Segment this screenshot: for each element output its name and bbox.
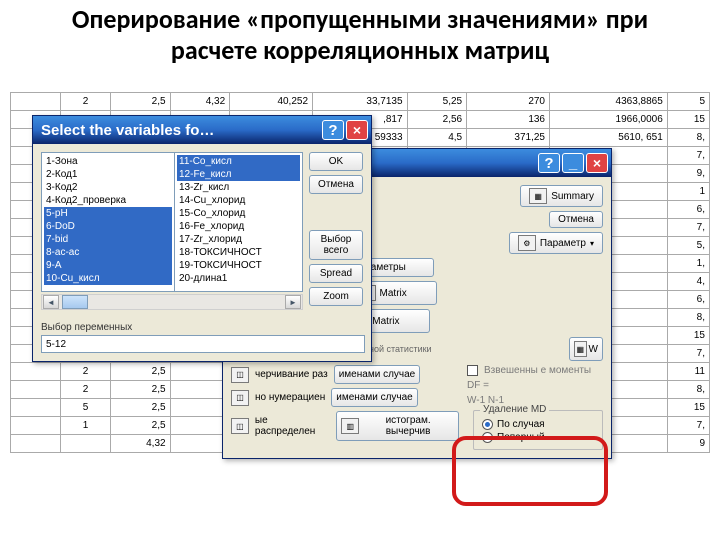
- help-icon[interactable]: ?: [538, 153, 560, 173]
- dlg1-titlebar[interactable]: Select the variables fo… ? ×: [33, 116, 371, 144]
- weighted-checkbox[interactable]: [467, 365, 478, 376]
- list-item[interactable]: 16-Fe_хлорид: [177, 220, 300, 233]
- ok-button[interactable]: OK: [309, 152, 363, 171]
- list-item[interactable]: 19-ТОКСИЧНОСТ: [177, 259, 300, 272]
- chart-icon: ◫: [231, 390, 249, 406]
- zoom-button[interactable]: Zoom: [309, 287, 363, 306]
- list-item[interactable]: 10-Cu_кисл: [44, 272, 172, 285]
- summary-button[interactable]: ▦Summary: [520, 185, 603, 207]
- list-item[interactable]: 7-bid: [44, 233, 172, 246]
- weighted-label: Взвешенны е моменты: [484, 365, 591, 376]
- md-radio-casewise[interactable]: По случая: [482, 419, 594, 430]
- spread-button[interactable]: Spread: [309, 264, 363, 283]
- list-item[interactable]: 8-ac-ac: [44, 246, 172, 259]
- cancel-button-dlg2[interactable]: Отмена: [549, 211, 603, 228]
- radio-icon: [482, 419, 493, 430]
- list-scrollbar[interactable]: ◄ ►: [41, 294, 303, 310]
- names-button-0[interactable]: именами случае: [334, 365, 421, 384]
- list-item[interactable]: 9-A: [44, 259, 172, 272]
- list-item[interactable]: 20-длина1: [177, 272, 300, 285]
- select-all-button[interactable]: Выбор всего: [309, 230, 363, 260]
- scroll-thumb[interactable]: [62, 295, 88, 309]
- row-item-2: но нумерациен: [255, 392, 325, 403]
- list-item[interactable]: 15-Co_хлорид: [177, 207, 300, 220]
- list-item[interactable]: 1-Зона: [44, 155, 172, 168]
- list-item[interactable]: 14-Cu_хлорид: [177, 194, 300, 207]
- list-item[interactable]: 12-Fe_кисл: [177, 168, 300, 181]
- md-legend: Удаление MD: [480, 404, 549, 415]
- cancel-button[interactable]: Отмена: [309, 175, 363, 194]
- row-item-0: черчивание раз: [255, 369, 328, 380]
- list-item[interactable]: 4-Код2_проверка: [44, 194, 172, 207]
- radio-icon: [482, 432, 493, 443]
- w-button[interactable]: ▦W: [569, 337, 603, 361]
- chart-icon: ◫: [231, 418, 249, 434]
- list-item[interactable]: 2-Код1: [44, 168, 172, 181]
- names-button-1[interactable]: именами случае: [331, 388, 418, 407]
- list-item[interactable]: 11-Co_кисл: [177, 155, 300, 168]
- chevron-down-icon: ▾: [590, 239, 594, 248]
- list-item[interactable]: 5-pH: [44, 207, 172, 220]
- gear-icon: ⚙: [518, 235, 536, 251]
- list-item[interactable]: 3-Код2: [44, 181, 172, 194]
- list-item[interactable]: 6-DoD: [44, 220, 172, 233]
- variable-list-right[interactable]: 11-Co_кисл12-Fe_кисл13-Zr_кисл14-Cu_хлор…: [175, 152, 303, 292]
- variable-range-input[interactable]: [41, 335, 365, 353]
- grid-icon: ▦: [529, 188, 547, 204]
- slide-title: Оперирование «пропущенными значениями» п…: [0, 0, 720, 72]
- dlg1-title-text: Select the variables fo…: [41, 122, 214, 139]
- help-icon[interactable]: ?: [322, 120, 344, 140]
- list-item[interactable]: 18-ТОКСИЧНОСТ: [177, 246, 300, 259]
- scroll-right-icon[interactable]: ►: [285, 295, 301, 309]
- w-icon: ▦: [574, 341, 587, 357]
- chart-icon: ◫: [231, 367, 249, 383]
- list-item[interactable]: 13-Zr_кисл: [177, 181, 300, 194]
- close-icon[interactable]: ×: [346, 120, 368, 140]
- df-label: DF =: [467, 380, 489, 391]
- row-item-4: ые распределен: [255, 415, 330, 437]
- select-variables-dialog: Select the variables fo… ? × 1-Зона2-Код…: [32, 115, 372, 362]
- vars-label: Выбор переменных: [33, 318, 371, 335]
- hist-icon: ▥: [341, 418, 359, 434]
- variable-list-left[interactable]: 1-Зона2-Код13-Код24-Код2_проверка5-pH6-D…: [41, 152, 175, 292]
- md-deletion-group: Удаление MD По случая Попарный: [473, 410, 603, 450]
- param-dropdown[interactable]: ⚙Параметр ▾: [509, 232, 603, 254]
- list-item[interactable]: 17-Zr_хлорид: [177, 233, 300, 246]
- md-radio-pairwise[interactable]: Попарный: [482, 432, 594, 443]
- close-icon[interactable]: ×: [586, 153, 608, 173]
- minimize-icon[interactable]: _: [562, 153, 584, 173]
- histogram-button[interactable]: ▥истограм. вычерчив: [336, 411, 459, 441]
- scroll-left-icon[interactable]: ◄: [43, 295, 59, 309]
